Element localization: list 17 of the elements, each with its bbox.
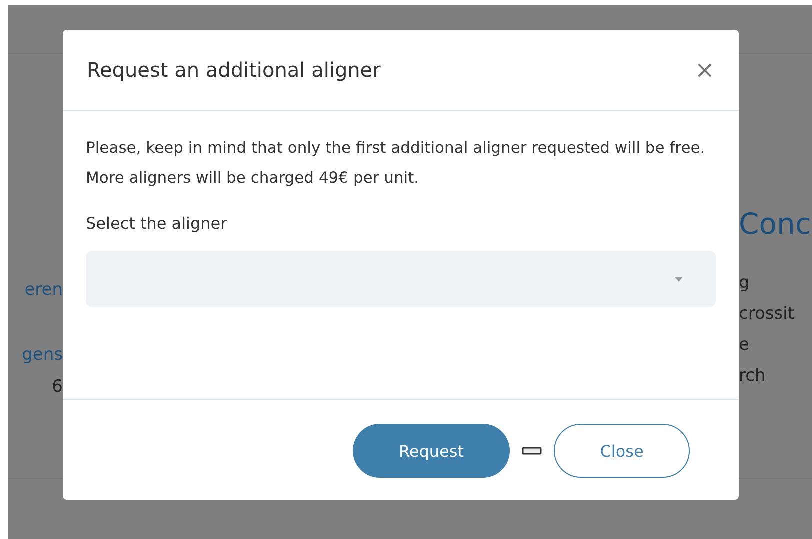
background-text: gens [22,344,63,367]
request-button[interactable]: Request [353,424,510,478]
caret-icon [675,276,683,282]
message-text: Please, keep in mind that only the first additional aligner requested will be free. More aligners will be charged 49€ per unit. [86,138,706,189]
background-text: 6 [52,376,63,399]
rectangle-icon [522,446,542,456]
select-label: Select the aligner [86,213,228,235]
background-heading: Conc [739,206,812,243]
background-text: g [739,272,751,295]
background-text: rch [739,365,767,388]
background-text: crossit [739,303,796,326]
close-button[interactable]: × [694,56,715,84]
aligner-select[interactable] [86,251,716,307]
dialog-title: Request an additional aligner [87,58,381,82]
background-text: e [739,334,750,357]
close-dialog-button[interactable]: Close [554,424,690,478]
background-text: eren [24,279,63,302]
